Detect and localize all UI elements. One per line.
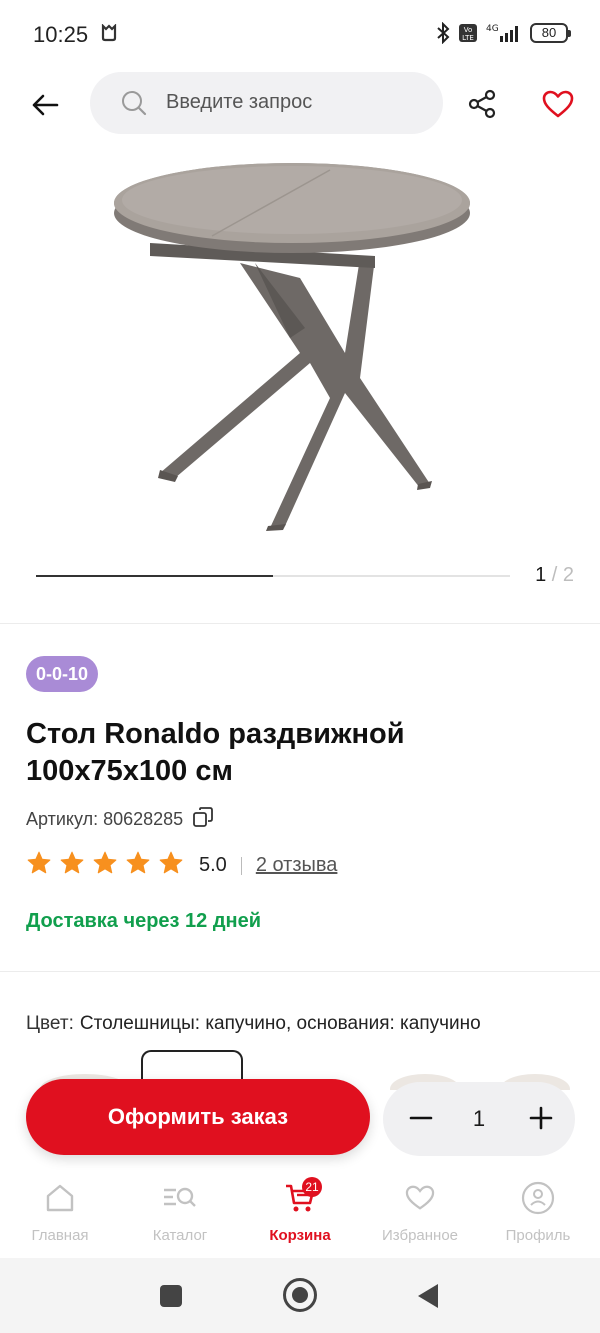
arrow-left-icon (32, 94, 59, 116)
color-label: Цвет: (26, 1013, 74, 1034)
rating-stars (26, 850, 191, 881)
plus-icon (529, 1106, 553, 1130)
nav-item-home[interactable]: Главная (0, 1170, 120, 1258)
quantity-stepper: 1 (383, 1082, 575, 1156)
signal-icon: 4G (486, 24, 518, 42)
table-illustration (114, 163, 470, 531)
share-button[interactable] (462, 84, 502, 124)
quantity-value[interactable]: 1 (463, 1106, 495, 1132)
volte-icon: VoLTE (459, 24, 477, 42)
rating-row: 5.0 2 отзыва (26, 850, 337, 881)
home-button[interactable] (283, 1278, 317, 1312)
nav-label: Каталог (152, 1227, 208, 1244)
search-placeholder: Введите запрос (166, 91, 313, 113)
home-icon (40, 1180, 80, 1216)
gallery-progress-fill (36, 574, 273, 577)
color-value: Столешницы: капучино, основания: капучин… (79, 1013, 481, 1034)
nav-item-catalog[interactable]: Каталог (120, 1170, 240, 1258)
battery-icon: 80 (530, 23, 571, 43)
svg-text:Vo: Vo (464, 26, 473, 34)
recent-apps-button[interactable] (160, 1285, 182, 1307)
star-icon (159, 851, 183, 874)
cart-count-badge: 21 (302, 1177, 322, 1197)
star-icon (126, 851, 150, 874)
status-time: 10:25 (33, 22, 89, 47)
back-button[interactable] (24, 84, 66, 126)
sku-label: Артикул: 80628285 (26, 809, 184, 829)
star-icon (27, 851, 51, 874)
heart-icon (400, 1180, 440, 1216)
heart-icon (542, 90, 574, 118)
favorite-button[interactable] (538, 84, 578, 124)
divider (0, 971, 600, 972)
rating-value: 5.0 (199, 854, 227, 876)
product-screen: 10:25 Vo LTE 4G 80 Введите запрос 1 / 2 … (0, 0, 600, 1333)
copy-icon[interactable] (191, 805, 215, 834)
nav-item-profile[interactable]: Профиль (478, 1170, 598, 1258)
delivery-info: Доставка через 12 дней (26, 910, 262, 932)
divider (0, 623, 600, 624)
nav-item-cart[interactable]: Корзина (240, 1170, 360, 1258)
promo-badge[interactable]: 0-0-10 (26, 656, 99, 692)
gallery-counter: 1 / 2 (535, 564, 574, 587)
status-indicators: Vo LTE 4G 80 (436, 22, 571, 44)
gallery-current: 1 (535, 564, 547, 586)
star-icon (93, 851, 117, 874)
svg-text:LTE: LTE (462, 34, 474, 42)
status-bar: 10:25 Vo LTE 4G 80 (0, 0, 600, 70)
nav-label: Избранное (381, 1227, 459, 1244)
product-image[interactable] (0, 148, 600, 548)
nav-item-favorites[interactable]: Избранное (360, 1170, 480, 1258)
share-icon (468, 89, 496, 119)
star-icon (60, 851, 84, 874)
bluetooth-icon (437, 22, 450, 44)
nav-label: Корзина (269, 1227, 331, 1244)
checkout-button[interactable]: Оформить заказ (26, 1079, 370, 1155)
search-icon (120, 89, 148, 122)
decrease-button[interactable] (401, 1098, 441, 1138)
system-navigation-bar (0, 1258, 600, 1333)
mi-icon (100, 23, 118, 47)
system-back-button[interactable] (418, 1284, 438, 1308)
top-bar: Введите запрос (0, 70, 600, 140)
rating-separator (240, 856, 242, 875)
search-input[interactable]: Введите запрос (90, 72, 443, 134)
profile-icon (518, 1180, 558, 1216)
color-row: Цвет: Столешницы: капучино, основания: ка… (26, 1013, 481, 1035)
reviews-link[interactable]: 2 отзыва (256, 854, 338, 877)
gallery-separator: / (546, 564, 563, 586)
increase-button[interactable] (521, 1098, 561, 1138)
gallery-total: 2 (562, 564, 574, 586)
gallery-progress (36, 574, 510, 577)
minus-icon (409, 1116, 433, 1120)
nav-label: Профиль (505, 1227, 571, 1244)
svg-text:4G: 4G (486, 24, 499, 34)
sku-row: Артикул: 80628285 (26, 805, 215, 834)
catalog-icon (160, 1180, 200, 1216)
product-title: Стол Ronaldo раздвижной 100х75х100 см (26, 718, 405, 787)
bottom-navigation: Главная Каталог Корзина Избранное Профил… (0, 1170, 600, 1258)
nav-label: Главная (31, 1227, 89, 1244)
